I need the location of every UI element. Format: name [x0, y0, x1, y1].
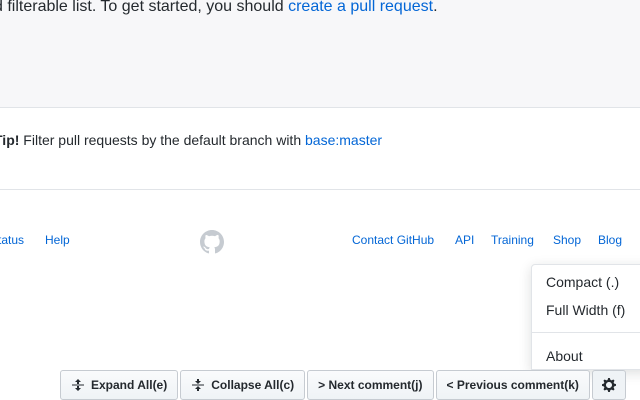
blankslate-text-after: .	[433, 0, 438, 15]
footer-link-help[interactable]: Help	[45, 232, 70, 248]
next-comment-button[interactable]: > Next comment(j)	[307, 370, 434, 400]
tip-body: Filter pull requests by the default bran…	[19, 132, 305, 148]
tip-text: Tip! Filter pull requests by the default…	[0, 131, 382, 149]
create-pull-request-link[interactable]: create a pull request	[288, 0, 433, 15]
menu-item-compact[interactable]: Compact (.)	[546, 273, 619, 291]
footer-link-api[interactable]: API	[455, 232, 474, 248]
footer-link-shop[interactable]: Shop	[553, 232, 581, 248]
footer-link-contact-github[interactable]: Contact GitHub	[352, 232, 434, 248]
fold-icon	[192, 379, 205, 391]
tip-prefix: Tip!	[0, 132, 20, 148]
menu-item-about[interactable]: About	[546, 347, 583, 365]
tip-section: Tip! Filter pull requests by the default…	[0, 109, 640, 190]
menu-item-full-width[interactable]: Full Width (f)	[546, 301, 625, 319]
gear-icon	[601, 378, 616, 392]
menu-divider	[532, 332, 640, 333]
blankslate-text-before: d filterable list. To get started, you s…	[0, 0, 289, 15]
review-toolbar: Expand All(e) Collapse All(c) > Next com…	[60, 370, 640, 400]
collapse-all-button[interactable]: Collapse All(c)	[180, 370, 306, 400]
unfold-icon	[72, 379, 84, 391]
expand-all-button[interactable]: Expand All(e)	[60, 370, 179, 400]
previous-comment-label: < Previous comment(k)	[446, 378, 579, 392]
next-comment-label: > Next comment(j)	[318, 378, 423, 392]
github-mark-icon[interactable]	[200, 230, 224, 254]
previous-comment-button[interactable]: < Previous comment(k)	[435, 370, 590, 400]
base-master-link[interactable]: base:master	[305, 132, 382, 148]
settings-button[interactable]	[591, 370, 626, 400]
footer-link-status[interactable]: tatus	[0, 232, 24, 248]
expand-all-label: Expand All(e)	[91, 378, 168, 392]
settings-dropdown-menu: Compact (.) Full Width (f) About	[531, 264, 640, 370]
footer-link-training[interactable]: Training	[491, 232, 534, 248]
collapse-all-label: Collapse All(c)	[211, 378, 295, 392]
blankslate-text: d filterable list. To get started, you s…	[0, 0, 438, 18]
blankslate: d filterable list. To get started, you s…	[0, 0, 640, 108]
footer-link-blog[interactable]: Blog	[598, 232, 622, 248]
